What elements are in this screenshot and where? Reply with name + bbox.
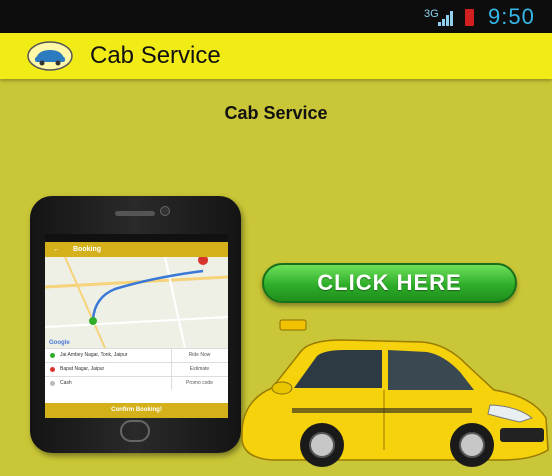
google-logo: Google <box>49 340 70 346</box>
click-here-button[interactable]: CLICK HERE <box>262 263 517 303</box>
phone-status-bar <box>45 234 228 242</box>
battery-icon <box>465 9 474 26</box>
estimate-label: Estimate <box>171 363 227 376</box>
app-title: Cab Service <box>90 42 221 69</box>
home-button-icon <box>120 420 150 442</box>
confirm-booking-bar: Confirm Booking! <box>45 403 228 418</box>
payment-icon <box>50 381 55 386</box>
pickup-address: Jai Ambey Nagar, Tonk, Jaipur <box>60 352 128 358</box>
phone-app-bar: ← Booking <box>45 242 228 257</box>
camera-icon <box>160 206 170 216</box>
pickup-row: Jai Ambey Nagar, Tonk, Jaipur Ride Now <box>45 348 228 362</box>
map-route <box>45 257 228 348</box>
drop-row: Bapat Nagar, Jaipur Estimate <box>45 362 228 376</box>
drop-dot-icon <box>50 367 55 372</box>
phone-screen: ← Booking Google Jai Ambey Nagar, Tonk, … <box>45 234 228 418</box>
back-arrow-icon: ← <box>53 246 60 253</box>
taxi-car-illustration <box>241 319 549 467</box>
network-type: 3G <box>424 8 439 20</box>
signal-icon <box>438 11 453 26</box>
app-bar: Cab Service <box>0 33 552 79</box>
status-time: 9:50 <box>488 4 535 29</box>
page-title: Cab Service <box>224 103 328 123</box>
promo-code-label: Promo code <box>171 377 227 390</box>
pickup-dot-icon <box>50 353 55 358</box>
ride-now-label: Ride Now <box>171 349 227 362</box>
map-view: Google <box>45 257 228 348</box>
payment-row: Cash Promo code <box>45 376 228 390</box>
taxi-logo-icon <box>27 41 73 71</box>
status-bar: 3G 9:50 <box>0 0 552 33</box>
phone-bar-title: Booking <box>73 246 101 253</box>
payment-method: Cash <box>60 380 72 386</box>
phone-illustration: ← Booking Google Jai Ambey Nagar, Tonk, … <box>30 196 241 453</box>
speaker-grille <box>115 211 155 216</box>
drop-address: Bapat Nagar, Jaipur <box>60 366 105 372</box>
